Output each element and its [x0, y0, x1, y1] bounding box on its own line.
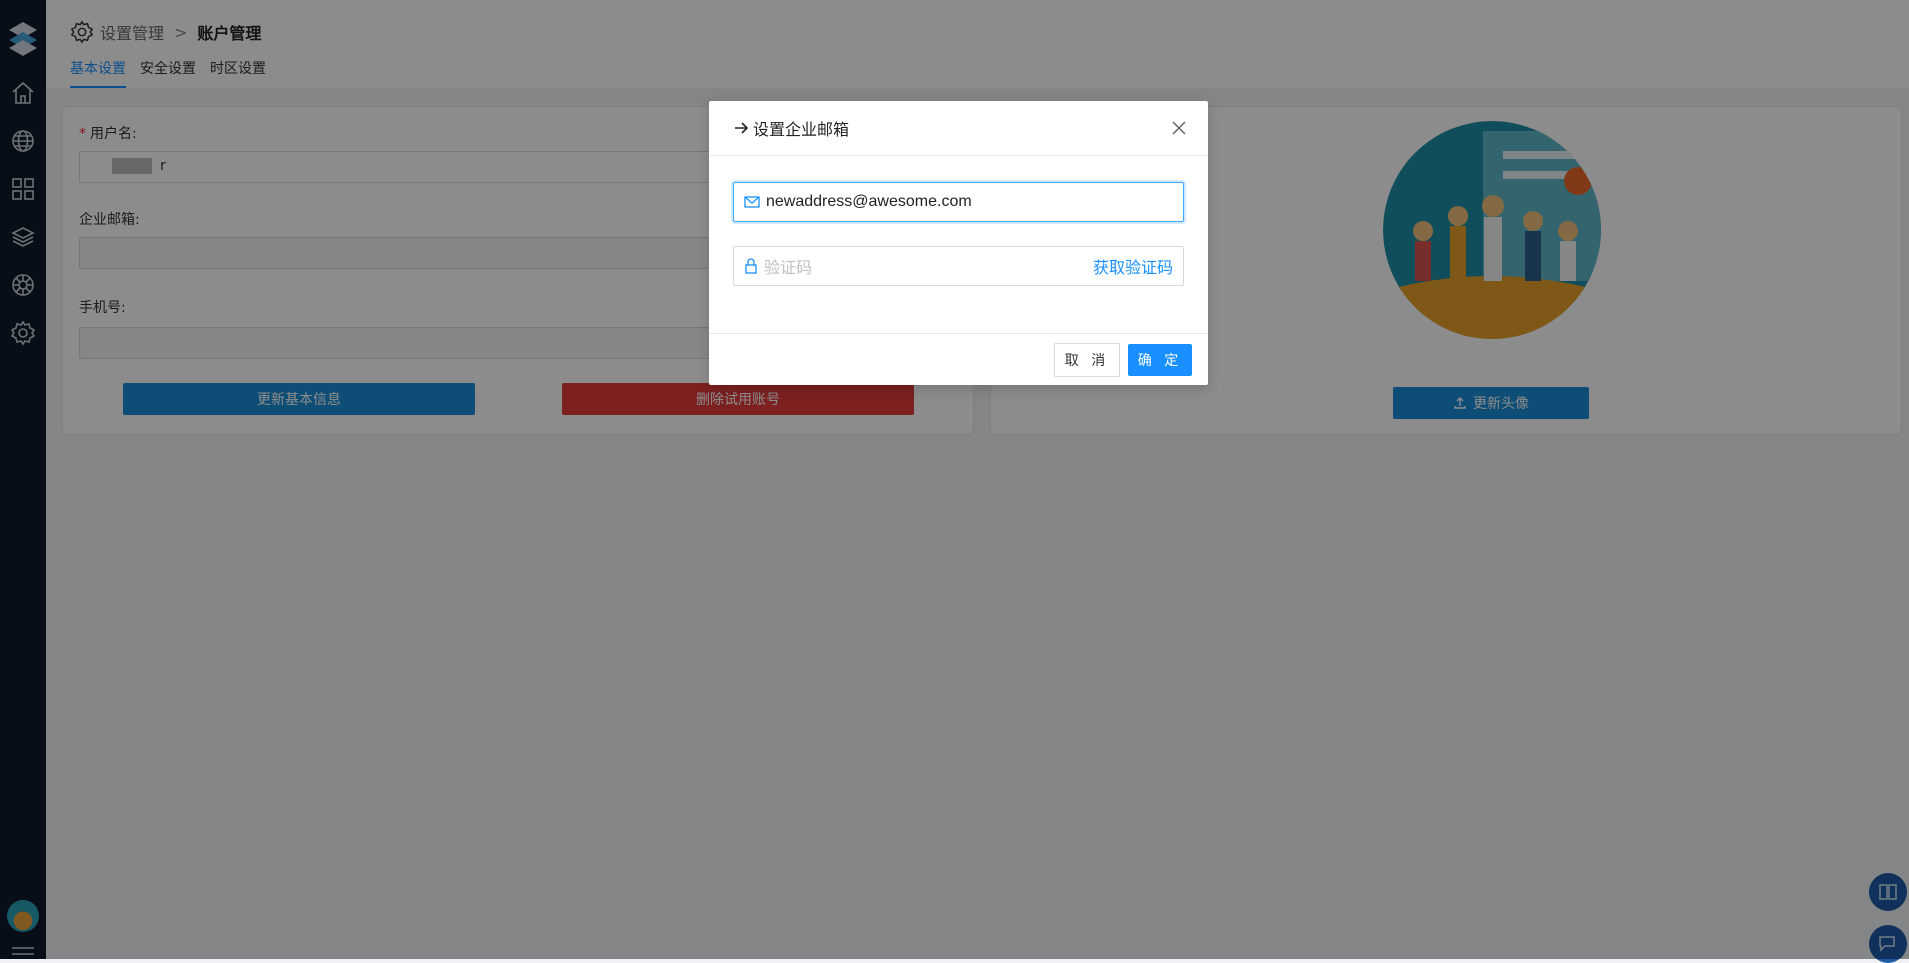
- close-icon[interactable]: [1170, 119, 1188, 137]
- verification-code-placeholder: 验证码: [764, 258, 813, 277]
- modal-title: 设置企业邮箱: [753, 120, 850, 139]
- email-input[interactable]: newaddress@awesome.com: [733, 182, 1184, 222]
- verification-code-input[interactable]: 验证码 获取验证码: [733, 246, 1184, 286]
- get-code-link[interactable]: 获取验证码: [1093, 254, 1173, 278]
- email-input-value: newaddress@awesome.com: [766, 193, 972, 210]
- modal-header: 设置企业邮箱: [709, 101, 1208, 156]
- set-email-modal: 设置企业邮箱 newaddress@awesome.com 验证码 获取验证码 …: [709, 101, 1208, 385]
- modal-body: newaddress@awesome.com 验证码 获取验证码: [709, 156, 1208, 332]
- cancel-button[interactable]: 取 消: [1054, 342, 1120, 377]
- arrow-right-icon: [735, 122, 749, 134]
- modal-footer: 取 消 确 定: [709, 333, 1208, 385]
- lock-icon: [745, 258, 757, 274]
- confirm-button[interactable]: 确 定: [1128, 343, 1192, 376]
- mail-icon: [744, 196, 760, 208]
